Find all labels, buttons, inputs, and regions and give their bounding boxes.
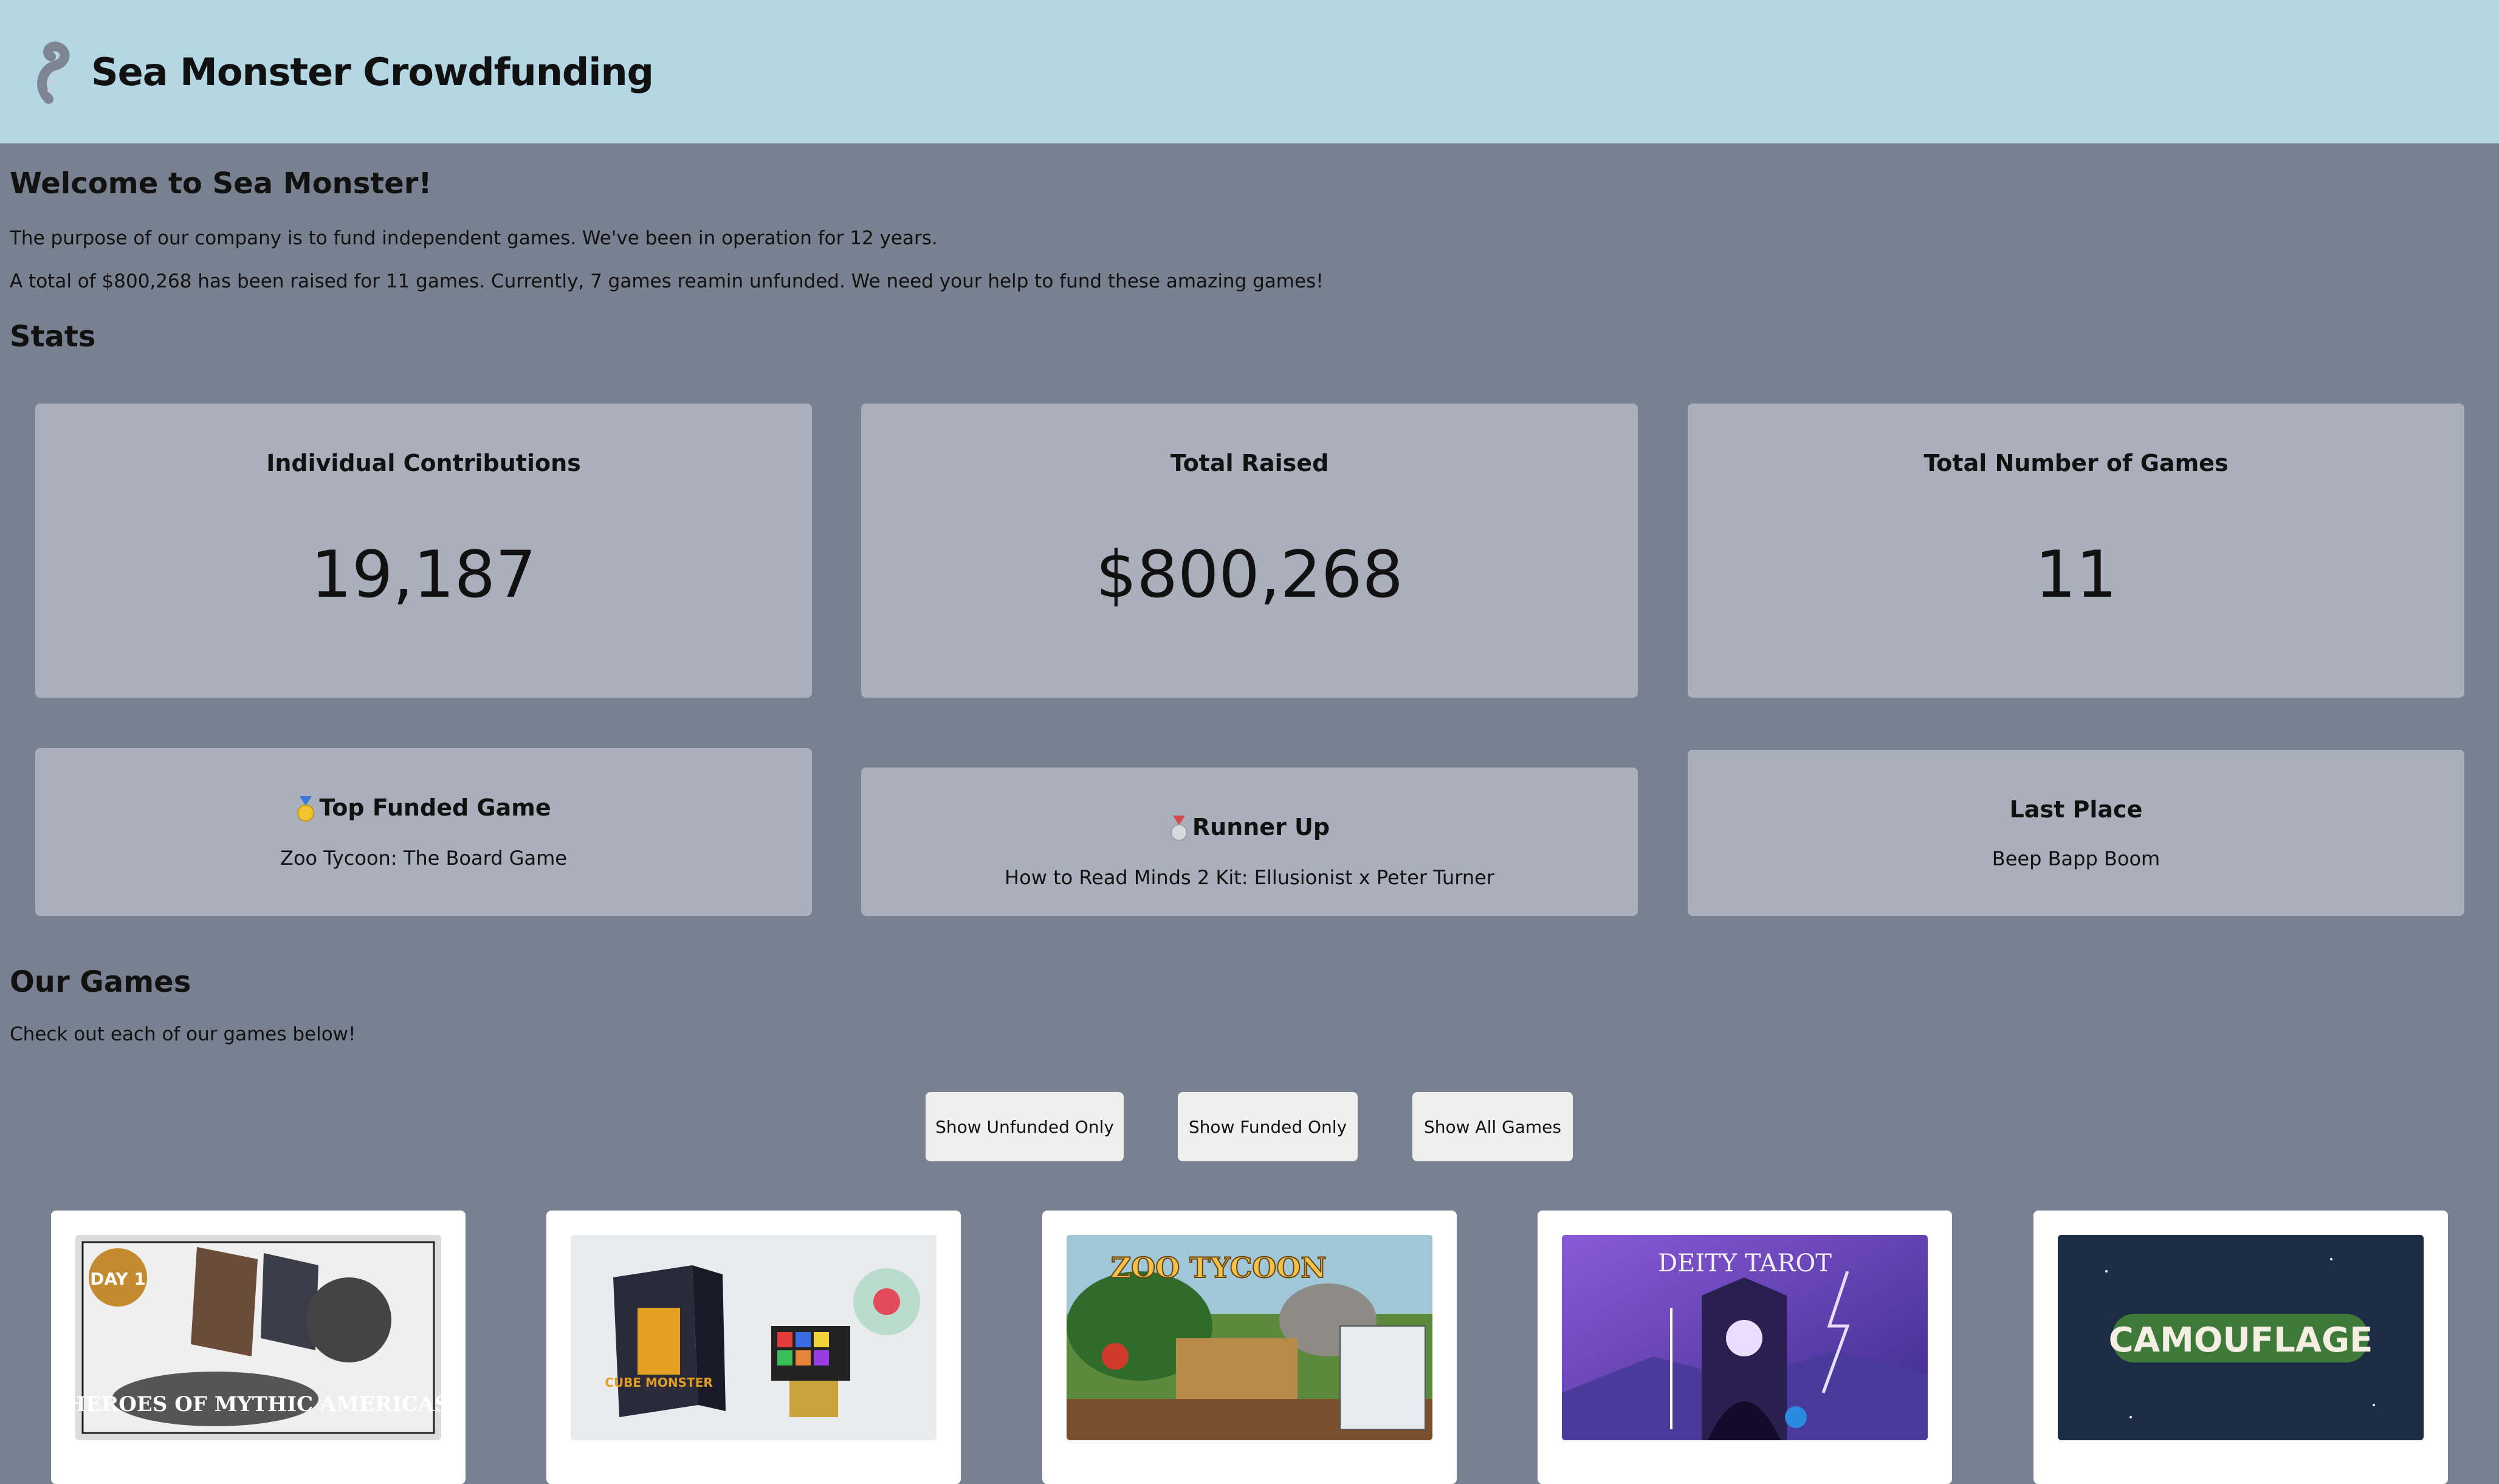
runner-up-label: Runner Up — [1192, 814, 1330, 840]
top-funded-label: Top Funded Game — [319, 794, 551, 821]
raised-label: Total Raised — [1170, 450, 1329, 476]
runner-up-card: Runner Up How to Read Minds 2 Kit: Ellus… — [861, 768, 1638, 916]
game-title-art: CAMOUFLAGE — [2109, 1321, 2373, 1360]
game-image[interactable]: DAY 1 HEROES OF MYTHIC AMERICAS — [75, 1235, 441, 1440]
gold-medal-icon — [297, 795, 315, 822]
welcome-description: The purpose of our company is to fund in… — [10, 227, 938, 249]
day-one-badge: DAY 1 — [90, 1269, 146, 1289]
top-funded-title: Top Funded Game — [35, 794, 812, 823]
game-card[interactable]: CUBE MONSTER — [546, 1211, 961, 1484]
welcome-summary: A total of $800,268 has been raised for … — [10, 270, 1324, 292]
games-section-subtitle: Check out each of our games below! — [10, 1023, 356, 1045]
game-title-art: CUBE MONSTER — [605, 1375, 713, 1390]
game-card[interactable]: CAMOUFLAGE — [2033, 1211, 2448, 1484]
runner-up-title: Runner Up — [861, 814, 1638, 842]
game-image[interactable]: CUBE MONSTER — [571, 1235, 937, 1440]
game-title-art: DEITY TAROT — [1658, 1249, 1832, 1277]
game-image[interactable]: ZOO TYCOON — [1067, 1235, 1432, 1440]
raised-card: Total Raised $800,268 — [861, 404, 1638, 698]
game-card[interactable]: ZOO TYCOON — [1042, 1211, 1457, 1484]
site-title: Sea Monster Crowdfunding — [91, 49, 654, 94]
contributions-card: Individual Contributions 19,187 — [35, 404, 812, 698]
show-unfunded-button[interactable]: Show Unfunded Only — [926, 1092, 1124, 1161]
last-place-label: Last Place — [2009, 796, 2143, 823]
top-funded-game: Zoo Tycoon: The Board Game — [280, 847, 567, 870]
silver-medal-icon — [1170, 815, 1188, 841]
game-card[interactable]: DAY 1 HEROES OF MYTHIC AMERICAS — [51, 1211, 466, 1484]
site-header: Sea Monster Crowdfunding — [0, 0, 2499, 143]
contributions-value: 19,187 — [311, 537, 537, 612]
game-image[interactable]: DEITY TAROT — [1562, 1235, 1928, 1440]
top-funded-card: Top Funded Game Zoo Tycoon: The Board Ga… — [35, 748, 812, 916]
raised-value: $800,268 — [1096, 537, 1403, 612]
welcome-title: Welcome to Sea Monster! — [10, 167, 432, 201]
game-title-art: ZOO TYCOON — [1111, 1251, 1327, 1284]
runner-up-game: How to Read Minds 2 Kit: Ellusionist x P… — [1005, 866, 1494, 889]
games-count-card: Total Number of Games 11 — [1688, 404, 2464, 698]
show-all-button[interactable]: Show All Games — [1412, 1092, 1573, 1161]
game-title-art: HEROES OF MYTHIC AMERICAS — [75, 1392, 441, 1417]
show-funded-button[interactable]: Show Funded Only — [1178, 1092, 1358, 1161]
tentacle-icon — [37, 41, 70, 104]
last-place-card: Last Place Beep Bapp Boom — [1688, 750, 2464, 916]
stats-title: Stats — [10, 320, 96, 354]
last-place-game: Beep Bapp Boom — [1992, 847, 2160, 870]
games-section-title: Our Games — [10, 965, 191, 999]
game-card[interactable]: DEITY TAROT — [1538, 1211, 1952, 1484]
games-count-label: Total Number of Games — [1923, 450, 2229, 476]
contributions-label: Individual Contributions — [266, 450, 581, 476]
game-image[interactable]: CAMOUFLAGE — [2058, 1235, 2424, 1440]
games-count-value: 11 — [2035, 537, 2117, 612]
